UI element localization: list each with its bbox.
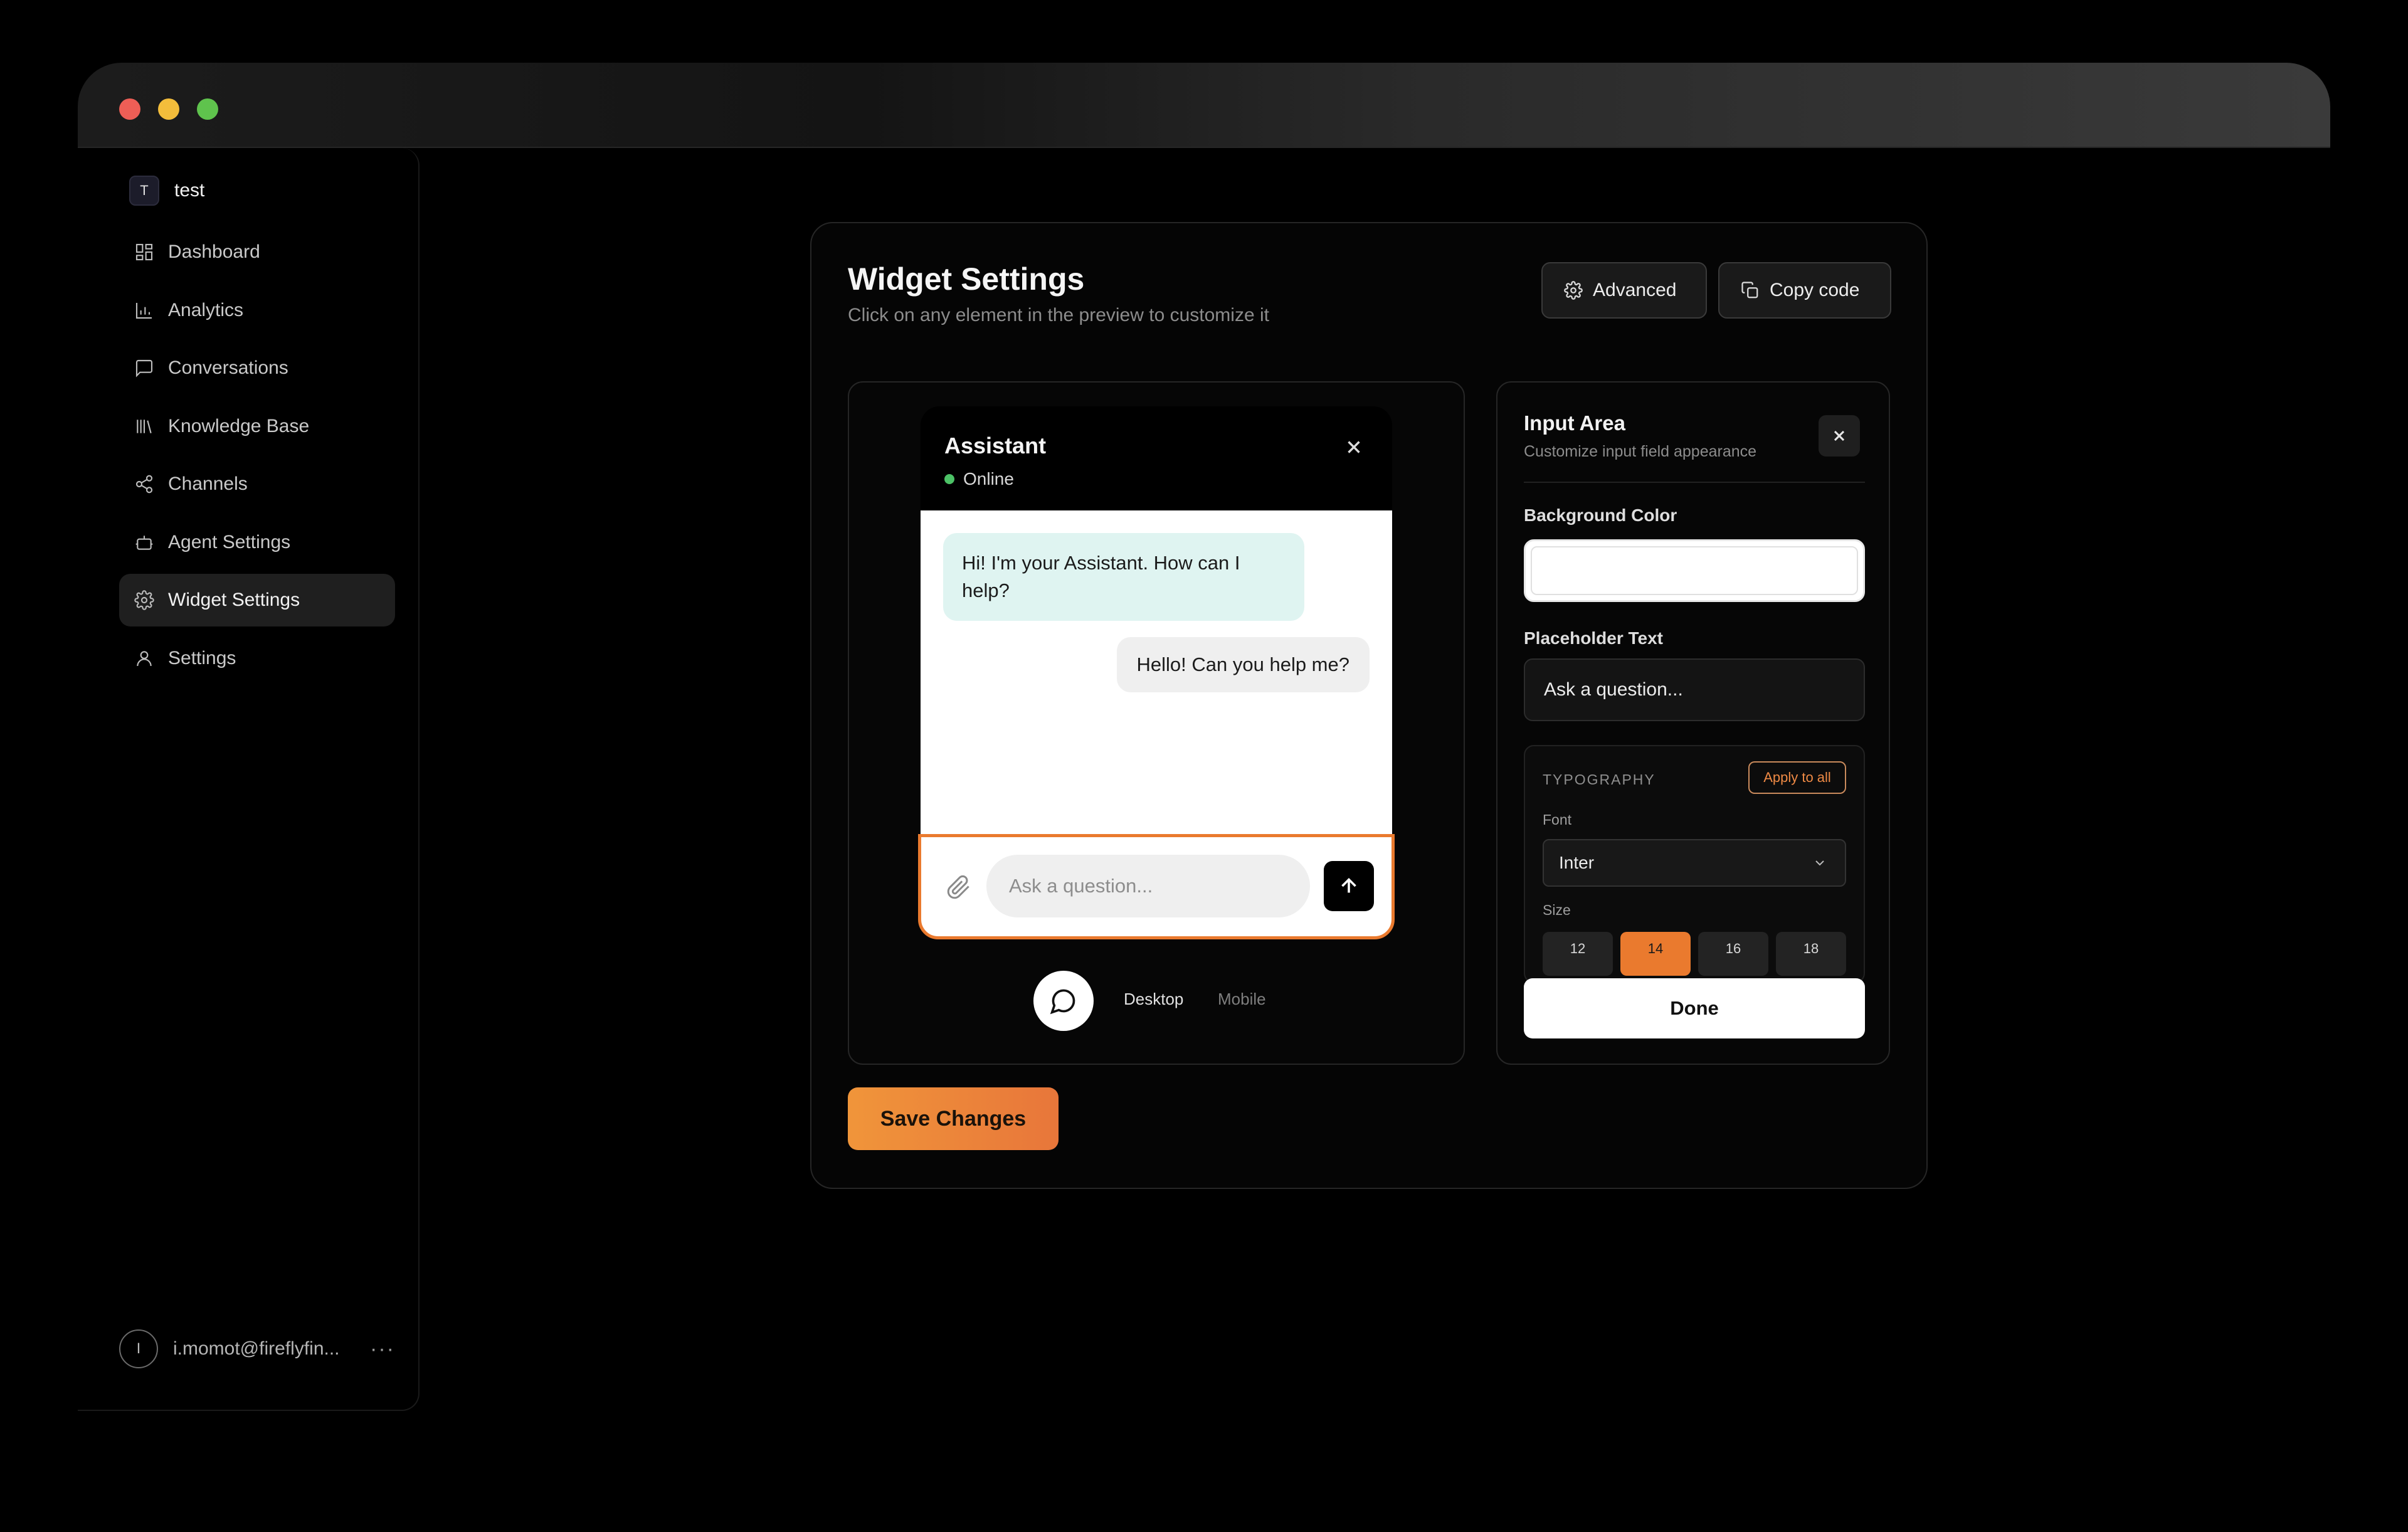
editor-title: Input Area <box>1524 411 1625 435</box>
save-changes-button[interactable]: Save Changes <box>848 1087 1059 1150</box>
minimize-window-button[interactable] <box>158 98 179 120</box>
tab-desktop[interactable]: Desktop <box>1124 990 1183 1009</box>
user-message-bubble[interactable]: Hello! Can you help me? <box>1116 637 1370 692</box>
widget-close-button[interactable] <box>1343 436 1365 458</box>
editor-subtitle: Customize input field appearance <box>1524 443 1757 460</box>
widget-input-area[interactable] <box>918 834 1395 939</box>
widget-status-label: Online <box>963 469 1014 489</box>
tab-mobile[interactable]: Mobile <box>1218 990 1266 1009</box>
gear-icon <box>1564 281 1583 300</box>
paperclip-icon <box>947 875 969 899</box>
widget-title: Assistant <box>944 433 1047 458</box>
widget-message-input[interactable] <box>986 855 1310 917</box>
sidebar-nav: Dashboard Analytics Conversations Knowle… <box>119 226 395 690</box>
editor-close-button[interactable] <box>1819 415 1860 457</box>
placeholder-text-input[interactable] <box>1524 658 1865 721</box>
background-color-label: Background Color <box>1524 505 1677 525</box>
sidebar-item-analytics[interactable]: Analytics <box>119 284 395 337</box>
font-label: Font <box>1543 811 1572 828</box>
background-color-picker[interactable] <box>1524 539 1865 602</box>
app-window: T test Dashboard Analytics Conversations <box>78 63 2330 1411</box>
apply-to-all-button[interactable]: Apply to all <box>1748 761 1846 794</box>
user-email: i.momot@fireflyfin... <box>173 1338 340 1359</box>
advanced-button[interactable]: Advanced <box>1541 262 1707 319</box>
user-icon <box>137 650 152 666</box>
input-area-editor: Input Area Customize input field appeara… <box>1496 381 1890 1065</box>
chat-bubble-icon <box>1050 989 1075 1015</box>
typography-heading: TYPOGRAPHY <box>1543 771 1656 788</box>
typography-section: TYPOGRAPHY Apply to all Font Inter Size … <box>1524 745 1865 983</box>
copy-code-button[interactable]: Copy code <box>1718 262 1891 319</box>
widget-settings-card: Widget Settings Click on any element in … <box>810 222 1928 1189</box>
font-size-option[interactable]: 16 <box>1698 932 1768 976</box>
message-square-icon <box>135 359 153 378</box>
window-content: T test Dashboard Analytics Conversations <box>78 148 2330 1411</box>
done-button[interactable]: Done <box>1524 978 1865 1038</box>
background-color-swatch <box>1531 546 1858 595</box>
page-subtitle: Click on any element in the preview to c… <box>848 305 1269 325</box>
gear-icon <box>134 590 154 610</box>
attach-button[interactable] <box>946 875 971 900</box>
font-select[interactable]: Inter <box>1543 839 1846 887</box>
sidebar-item-label: Knowledge Base <box>168 415 310 436</box>
close-icon <box>1348 441 1360 453</box>
chevron-down-icon <box>1815 860 1824 866</box>
close-icon <box>1834 430 1845 441</box>
share-icon <box>135 475 153 494</box>
copy-icon <box>1741 282 1758 298</box>
workspace-name: test <box>174 180 205 201</box>
font-size-options: 12 14 16 18 <box>1543 932 1846 976</box>
user-menu[interactable]: I i.momot@fireflyfin... ··· <box>119 1329 395 1368</box>
sidebar-item-label: Conversations <box>168 357 288 378</box>
sidebar-item-channels[interactable]: Channels <box>119 458 395 510</box>
arrow-up-icon <box>1341 877 1356 893</box>
bot-icon <box>135 535 153 550</box>
sidebar-item-label: Dashboard <box>168 241 260 262</box>
sidebar-item-knowledge-base[interactable]: Knowledge Base <box>119 400 395 453</box>
sidebar-item-agent-settings[interactable]: Agent Settings <box>119 516 395 569</box>
workspace-badge: T <box>129 176 159 206</box>
window-titlebar <box>78 63 2330 148</box>
more-options-icon[interactable]: ··· <box>370 1337 395 1361</box>
page-title: Widget Settings <box>848 261 1085 297</box>
widget-status: Online <box>944 469 1014 489</box>
font-size-option-selected[interactable]: 14 <box>1620 932 1691 976</box>
online-indicator <box>944 474 954 484</box>
sidebar-item-label: Widget Settings <box>168 589 300 610</box>
library-icon <box>137 419 152 433</box>
advanced-label: Advanced <box>1593 280 1677 300</box>
widget-launcher-button[interactable] <box>1033 971 1094 1031</box>
sidebar-item-conversations[interactable]: Conversations <box>119 342 395 394</box>
bar-chart-icon <box>135 302 152 319</box>
sidebar-item-label: Agent Settings <box>168 531 291 552</box>
widget-messages[interactable]: Hi! I'm your Assistant. How can I help? … <box>921 510 1392 837</box>
workspace-switcher[interactable]: T test <box>129 174 204 207</box>
close-window-button[interactable] <box>119 98 140 120</box>
sidebar-item-label: Settings <box>168 647 236 668</box>
sidebar-item-widget-settings[interactable]: Widget Settings <box>119 574 395 626</box>
sidebar-item-settings[interactable]: Settings <box>119 632 395 685</box>
avatar: I <box>119 1329 158 1368</box>
font-size-option[interactable]: 18 <box>1776 932 1846 976</box>
editor-divider <box>1524 482 1865 483</box>
copy-code-label: Copy code <box>1770 280 1860 300</box>
chat-widget-preview: Assistant Online Hi! I'm your Assistant.… <box>918 406 1395 939</box>
widget-preview-panel: Assistant Online Hi! I'm your Assistant.… <box>848 381 1465 1065</box>
placeholder-text-label: Placeholder Text <box>1524 628 1664 648</box>
sidebar-item-label: Analytics <box>168 299 244 320</box>
maximize-window-button[interactable] <box>197 98 218 120</box>
bot-message-bubble[interactable]: Hi! I'm your Assistant. How can I help? <box>943 533 1304 621</box>
sidebar: T test Dashboard Analytics Conversations <box>78 148 420 1411</box>
send-button[interactable] <box>1324 861 1374 911</box>
sidebar-item-label: Channels <box>168 473 248 494</box>
dashboard-icon <box>135 243 153 261</box>
font-size-option[interactable]: 12 <box>1543 932 1613 976</box>
font-select-value: Inter <box>1559 853 1595 872</box>
widget-header[interactable]: Assistant Online <box>921 406 1392 510</box>
size-label: Size <box>1543 902 1571 918</box>
sidebar-item-dashboard[interactable]: Dashboard <box>119 226 395 278</box>
